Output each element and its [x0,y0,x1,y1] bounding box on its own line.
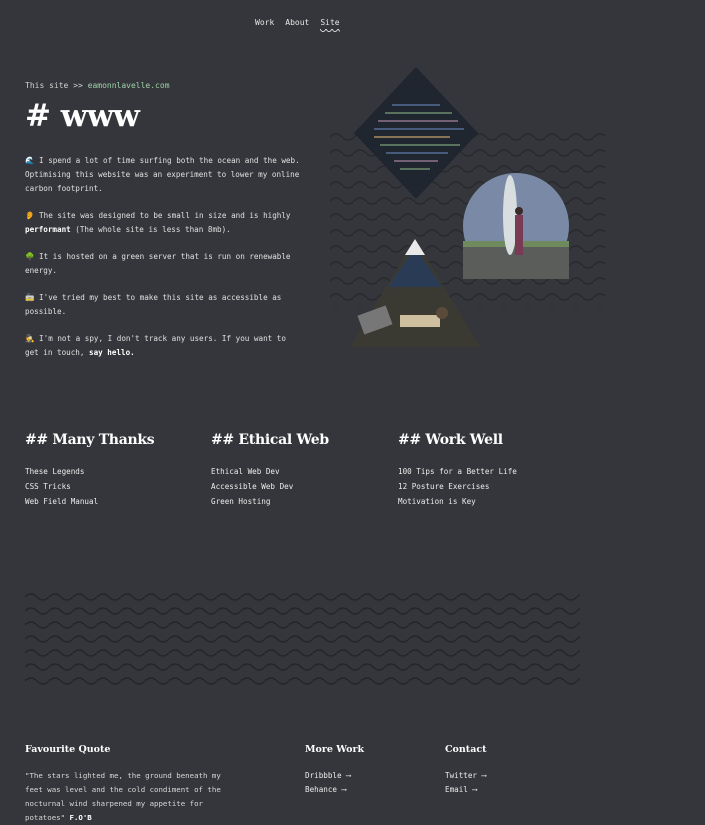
main-nav: Work About Site [255,18,351,33]
link-item[interactable]: Green Hosting [211,494,329,509]
breadcrumb: This site >> eamonnlavelle.com [25,81,170,90]
breadcrumb-prefix: This site >> [25,81,83,90]
breadcrumb-link[interactable]: eamonnlavelle.com [88,81,170,90]
section-title: ## Ethical Web [211,432,329,448]
footer-more-title: More Work [305,744,365,755]
link-item[interactable]: 100 Tips for a Better Life [398,464,517,479]
nav-work[interactable]: Work [255,18,274,27]
link-item[interactable]: CSS Tricks [25,479,154,494]
link-item[interactable]: Motivation is Key [398,494,517,509]
hero-artwork [330,65,605,355]
quote-text: "The stars lighted me, the ground beneat… [25,771,221,822]
surfer-photo [463,173,569,279]
link-item[interactable]: Web Field Manual [25,494,154,509]
wave-pattern-top [330,67,605,347]
nav-about[interactable]: About [285,18,309,27]
behance-link[interactable]: Behance ⟶ [305,783,364,797]
footer-contact: Contact Twitter ⟶ Email ⟶ [445,744,487,797]
dribbble-link[interactable]: Dribbble ⟶ [305,769,364,783]
intro-paragraph-5: 🕵 I'm not a spy, I don't track any users… [25,334,286,357]
ear-icon: 👂 [25,211,35,220]
section-many-thanks: ## Many Thanks These Legends CSS Tricks … [25,432,155,509]
intro-paragraph-4: 🚋 I've tried my best to make this site a… [25,293,282,316]
section-ethical-web: ## Ethical Web Ethical Web Dev Accessibl… [211,432,329,509]
intro-text: 🌊 I spend a lot of time surfing both the… [25,154,300,373]
say-hello-link[interactable]: say hello. [89,348,135,357]
tram-icon: 🚋 [25,293,35,302]
footer-quote: Favourite Quote "The stars lighted me, t… [25,744,240,825]
link-item[interactable]: 12 Posture Exercises [398,479,517,494]
intro-paragraph-1: 🌊 I spend a lot of time surfing both the… [25,156,300,193]
wave-pattern-bottom [25,590,580,690]
quote-author: F.O'B [69,813,92,822]
nav-site[interactable]: Site [320,18,340,33]
wave-icon: 🌊 [25,156,35,165]
twitter-link[interactable]: Twitter ⟶ [445,769,487,783]
link-item[interactable]: Accessible Web Dev [211,479,329,494]
section-title: ## Work Well [398,432,503,448]
section-work-well: ## Work Well 100 Tips for a Better Life … [398,432,517,509]
email-link[interactable]: Email ⟶ [445,783,487,797]
spy-icon: 🕵 [25,334,35,343]
page-title: # www [25,98,140,134]
footer-quote-title: Favourite Quote [25,744,111,755]
intro-paragraph-2: 👂 The site was designed to be small in s… [25,211,291,234]
tree-icon: 🌳 [25,252,35,261]
footer-contact-title: Contact [445,744,487,755]
section-title: ## Many Thanks [25,432,155,448]
footer-more-work: More Work Dribbble ⟶ Behance ⟶ [305,744,364,797]
link-item[interactable]: These Legends [25,464,154,479]
intro-paragraph-3: 🌳 It is hosted on a green server that is… [25,252,291,275]
link-item[interactable]: Ethical Web Dev [211,464,329,479]
